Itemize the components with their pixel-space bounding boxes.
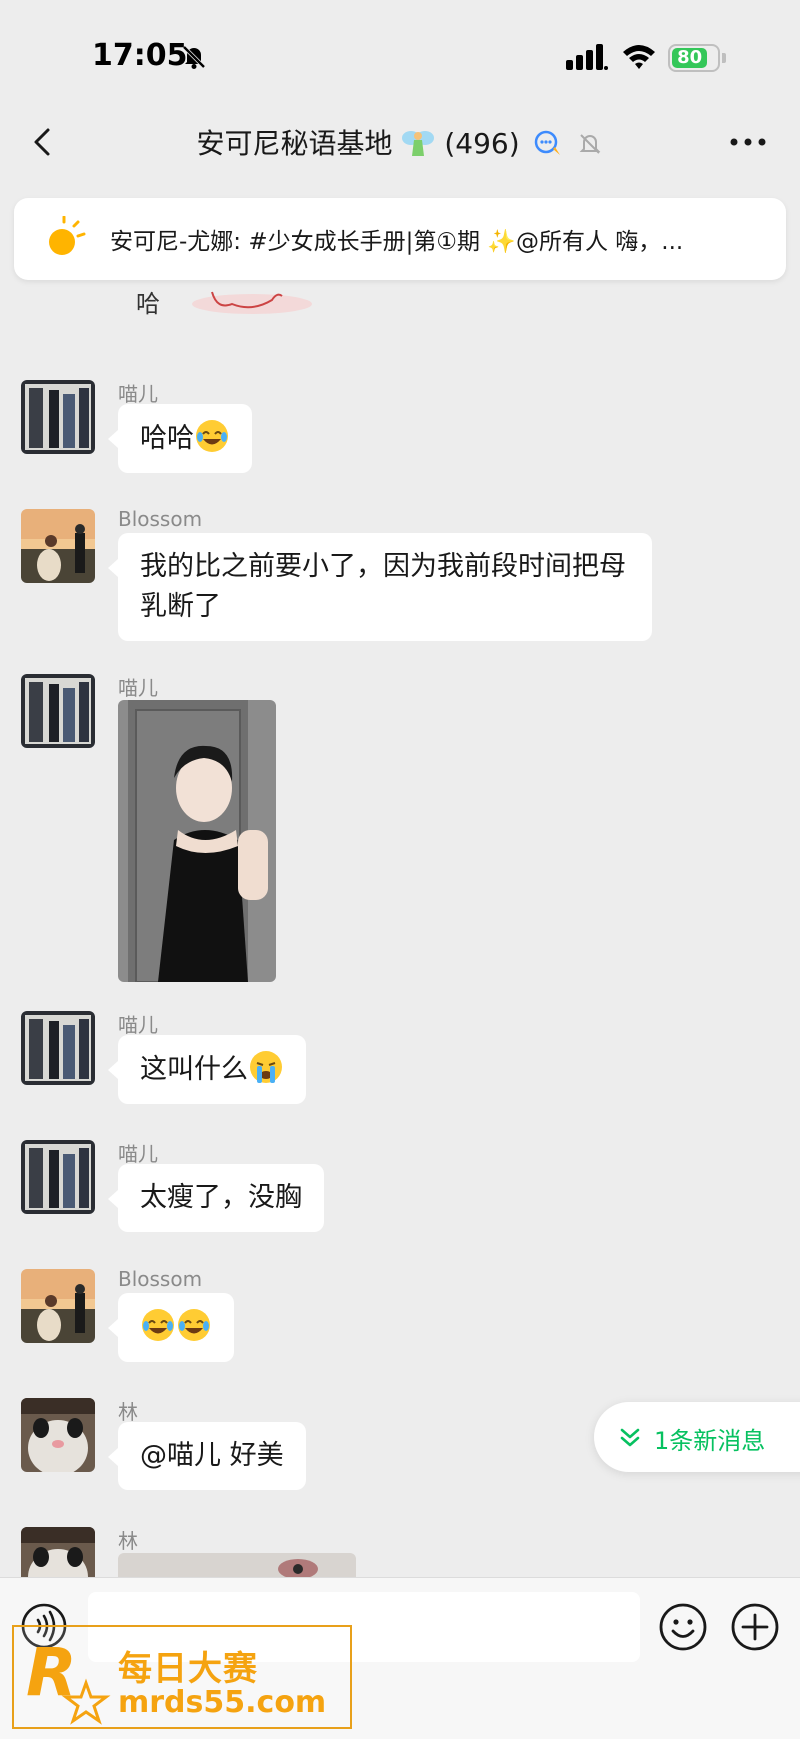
member-count: (496) <box>444 127 520 160</box>
laughing-crying-emoji <box>196 420 228 452</box>
signal-icon <box>566 44 608 70</box>
message-text: 太瘦了，没胸 <box>140 1182 302 1213</box>
battery-indicator: 80 <box>668 44 720 72</box>
sender-name: 喵儿 <box>118 676 158 700</box>
sender-name: 喵儿 <box>118 1142 158 1166</box>
partial-message: 哈 <box>136 290 312 318</box>
group-announcement[interactable]: 安可尼-尤娜: #少女成长手册|第①期 ✨@所有人 嗨，... <box>14 198 786 280</box>
mute-bell-icon <box>580 134 601 154</box>
message-row: 林 <box>0 1525 800 1577</box>
watermark-url: mrds55.com <box>118 1685 327 1720</box>
avatar[interactable] <box>21 674 95 748</box>
loudly-crying-emoji <box>250 1051 282 1083</box>
message-bubble[interactable]: 这叫什么 <box>108 1035 306 1104</box>
message-bubble[interactable]: 我的比之前要小了，因为我前段时间把母乳断了 <box>108 533 652 641</box>
avatar[interactable] <box>21 1140 95 1214</box>
new-message-label: 1条新消息 <box>654 1427 766 1455</box>
double-chevron-down-icon <box>620 1428 640 1447</box>
avatar[interactable] <box>21 1527 95 1577</box>
svg-text:哈: 哈 <box>136 290 160 318</box>
sender-name: 喵儿 <box>118 382 158 406</box>
sender-name: Blossom <box>118 507 203 531</box>
watermark-text-cn: 每日大赛 <box>118 1649 258 1689</box>
avatar[interactable] <box>21 1398 95 1472</box>
sender-name: Blossom <box>118 1267 203 1291</box>
fairy-icon <box>402 131 435 156</box>
message-bubble[interactable]: 哈哈 <box>108 404 252 473</box>
status-bar: 17:05 80 <box>0 0 800 100</box>
sender-name: 林 <box>118 1529 138 1553</box>
more-options-button[interactable] <box>728 130 768 154</box>
watermark-logo: R <box>26 1634 111 1725</box>
avatar[interactable] <box>21 1269 95 1343</box>
chat-header: 安可尼秘语基地 (496) <box>0 100 800 184</box>
more-actions-plus-button[interactable] <box>730 1602 780 1652</box>
message-text: @喵儿 好美 <box>140 1440 284 1471</box>
sun-icon <box>49 216 86 255</box>
battery-cap <box>722 53 726 63</box>
avatar[interactable] <box>21 1011 95 1085</box>
message-text: 我的比之前要小了，因为我前段时间把母乳断了 <box>140 551 626 622</box>
emoji-button[interactable] <box>658 1602 708 1652</box>
image-message[interactable] <box>118 700 276 982</box>
message-bubble[interactable] <box>108 1293 234 1362</box>
message-bubble[interactable]: 太瘦了，没胸 <box>108 1164 324 1232</box>
bell-off-icon <box>182 45 206 69</box>
avatar[interactable] <box>21 509 95 583</box>
battery-level: 80 <box>672 48 708 68</box>
laughing-crying-emoji <box>178 1309 210 1341</box>
status-time: 17:05 <box>92 38 188 73</box>
new-message-indicator[interactable]: 1条新消息 <box>594 1402 800 1472</box>
sender-name: 林 <box>118 1400 138 1424</box>
group-name: 安可尼秘语基地 <box>196 127 393 160</box>
chat-title: 安可尼秘语基地 (496) <box>0 122 800 162</box>
sender-name: 喵儿 <box>118 1013 158 1037</box>
image-message[interactable] <box>118 1553 356 1577</box>
chat-bubble-icon <box>534 130 560 155</box>
message-bubble[interactable]: @喵儿 好美 <box>108 1422 306 1490</box>
message-text: 这叫什么 <box>140 1054 248 1085</box>
announcement-text: 安可尼-尤娜: #少女成长手册|第①期 ✨@所有人 嗨，... <box>110 229 684 255</box>
wifi-icon <box>623 45 655 69</box>
avatar[interactable] <box>21 380 95 454</box>
laughing-crying-emoji <box>142 1309 174 1341</box>
message-text: 哈哈 <box>140 423 194 454</box>
watermark-overlay: R 每日大赛 mrds55.com <box>12 1625 352 1729</box>
